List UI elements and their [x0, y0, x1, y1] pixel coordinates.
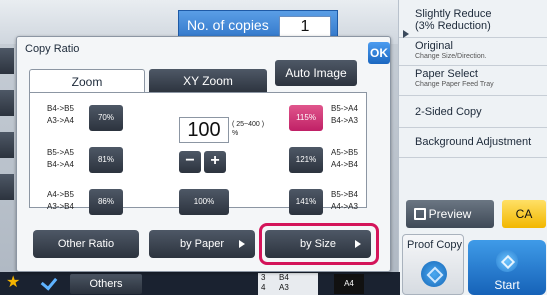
tab-xy-zoom[interactable]: XY Zoom	[149, 69, 267, 93]
clear-all-button[interactable]: CA	[502, 200, 546, 228]
minus-button[interactable]: −	[179, 151, 201, 173]
other-ratio-button[interactable]: Other Ratio	[33, 230, 139, 258]
tray-number: 4	[261, 283, 266, 292]
copies-field[interactable]: 1	[279, 16, 331, 38]
preset-label: B5->B4 A4->A3	[331, 189, 358, 213]
preset-label-line: A4->A3	[331, 202, 358, 211]
highlight-frame	[259, 223, 379, 265]
preset-label-line: A4->B5	[47, 190, 74, 199]
paper-size-indicator: A4	[334, 274, 364, 294]
preset-label-line: B4->B5	[47, 104, 74, 113]
preview-label: Preview	[428, 207, 472, 221]
check-icon[interactable]	[40, 273, 58, 291]
two-sided-copy-item[interactable]: 2-Sided Copy	[399, 100, 547, 128]
dialog-title: Copy Ratio	[25, 43, 80, 55]
proof-start-icon	[421, 261, 447, 287]
item-title: Paper Select	[415, 68, 478, 80]
plus-button[interactable]: +	[204, 151, 226, 173]
tray-row: 4 A3	[261, 283, 318, 293]
preset-label: B4->B5 A3->A4	[47, 103, 74, 127]
preset-label: B5->A5 B4->A4	[47, 147, 74, 171]
preset-81-button[interactable]: 81%	[89, 147, 123, 173]
start-button[interactable]: Start	[468, 240, 546, 295]
tray-row: 3 B4	[261, 273, 318, 283]
preset-label-line: B5->B4	[331, 190, 358, 199]
item-title: 2-Sided Copy	[415, 106, 482, 118]
copies-label: No. of copies	[187, 17, 269, 33]
arrow-right-icon	[239, 240, 245, 248]
preset-label: A4->B5 A3->B4	[47, 189, 74, 213]
by-paper-label: by Paper	[179, 238, 225, 250]
zoom-range-text: ( 25~400 )	[232, 121, 265, 128]
copy-ratio-dialog: Copy Ratio OK Zoom XY Zoom Auto Image B4…	[16, 36, 391, 272]
tab-zoom[interactable]: Zoom	[29, 69, 145, 93]
preset-121-button[interactable]: 121%	[289, 147, 323, 173]
preset-label: B5->A4 B4->A3	[331, 103, 358, 127]
preview-icon	[414, 208, 426, 220]
tray-number: 3	[261, 273, 266, 282]
item-title: Original	[415, 40, 453, 52]
preset-label-line: A5->B5	[331, 148, 358, 157]
slightly-reduce-item[interactable]: Slightly Reduce (3% Reduction)	[399, 8, 547, 38]
preset-label-line: A3->B4	[47, 202, 74, 211]
start-label: Start	[494, 278, 520, 292]
background-button	[0, 90, 14, 116]
proof-copy-label: Proof Copy	[407, 239, 463, 251]
preset-label-line: A4->B4	[331, 160, 358, 169]
tray-size: A3	[279, 283, 289, 292]
background-adjustment-item[interactable]: Background Adjustment	[399, 130, 547, 158]
preview-button[interactable]: Preview	[406, 200, 494, 228]
item-title: Background Adjustment	[415, 136, 532, 148]
preset-70-button[interactable]: 70%	[89, 105, 123, 131]
zoom-range-hint: ( 25~400 ) %	[232, 120, 264, 138]
background-button	[0, 132, 14, 158]
item-subtitle: Change Size/Direction.	[415, 53, 487, 60]
preset-label-line: A3->A4	[47, 116, 74, 125]
paper-select-item[interactable]: Paper Select Change Paper Feed Tray	[399, 68, 547, 96]
copy-screen: No. of copies 1 Slightly Reduce (3% Redu…	[0, 0, 547, 295]
preset-label: A5->B5 A4->B4	[331, 147, 358, 171]
reset-100-button[interactable]: 100%	[179, 189, 229, 215]
background-button	[0, 48, 14, 74]
start-icon	[496, 250, 518, 272]
tray-status: 3 B4 4 A3	[258, 273, 318, 295]
star-icon[interactable]: ★	[6, 274, 20, 292]
item-subtitle: Change Paper Feed Tray	[415, 81, 494, 88]
background-button	[0, 174, 14, 200]
preset-86-button[interactable]: 86%	[89, 189, 123, 215]
proof-copy-button[interactable]: Proof Copy	[402, 234, 464, 295]
preset-label-line: B4->A4	[47, 160, 74, 169]
auto-image-button[interactable]: Auto Image	[275, 60, 357, 86]
tray-size: B4	[279, 273, 289, 282]
preset-115-button[interactable]: 115%	[289, 105, 323, 131]
item-subtitle: (3% Reduction)	[415, 20, 491, 32]
preset-label-line: B5->A5	[47, 148, 74, 157]
original-item[interactable]: Original Change Size/Direction.	[399, 40, 547, 66]
preset-141-button[interactable]: 141%	[289, 189, 323, 215]
item-title: Slightly Reduce	[415, 8, 492, 20]
ok-button[interactable]: OK	[368, 42, 390, 64]
others-button[interactable]: Others	[70, 274, 142, 294]
preset-label-line: B4->A3	[331, 116, 358, 125]
play-arrow-icon	[403, 30, 409, 38]
zoom-value-field[interactable]: 100	[179, 117, 229, 143]
zoom-range-unit: %	[232, 130, 239, 137]
preset-label-line: B5->A4	[331, 104, 358, 113]
by-paper-button[interactable]: by Paper	[149, 230, 255, 258]
